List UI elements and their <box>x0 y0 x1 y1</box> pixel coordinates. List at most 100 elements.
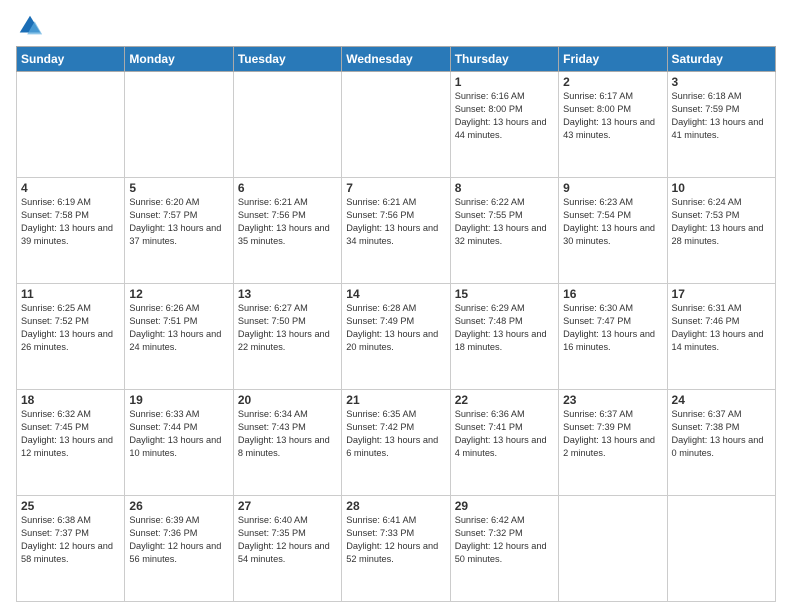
day-number: 15 <box>455 287 554 301</box>
day-info: Sunrise: 6:30 AM Sunset: 7:47 PM Dayligh… <box>563 302 662 354</box>
day-number: 26 <box>129 499 228 513</box>
day-info: Sunrise: 6:41 AM Sunset: 7:33 PM Dayligh… <box>346 514 445 566</box>
day-cell: 20Sunrise: 6:34 AM Sunset: 7:43 PM Dayli… <box>233 390 341 496</box>
day-cell <box>17 72 125 178</box>
calendar-table: SundayMondayTuesdayWednesdayThursdayFrid… <box>16 46 776 602</box>
day-cell: 26Sunrise: 6:39 AM Sunset: 7:36 PM Dayli… <box>125 496 233 602</box>
day-cell: 8Sunrise: 6:22 AM Sunset: 7:55 PM Daylig… <box>450 178 558 284</box>
day-number: 24 <box>672 393 771 407</box>
day-cell: 9Sunrise: 6:23 AM Sunset: 7:54 PM Daylig… <box>559 178 667 284</box>
day-number: 12 <box>129 287 228 301</box>
day-info: Sunrise: 6:33 AM Sunset: 7:44 PM Dayligh… <box>129 408 228 460</box>
day-number: 11 <box>21 287 120 301</box>
day-number: 6 <box>238 181 337 195</box>
day-number: 20 <box>238 393 337 407</box>
day-cell: 7Sunrise: 6:21 AM Sunset: 7:56 PM Daylig… <box>342 178 450 284</box>
day-info: Sunrise: 6:27 AM Sunset: 7:50 PM Dayligh… <box>238 302 337 354</box>
day-cell <box>342 72 450 178</box>
day-number: 21 <box>346 393 445 407</box>
day-cell: 5Sunrise: 6:20 AM Sunset: 7:57 PM Daylig… <box>125 178 233 284</box>
day-info: Sunrise: 6:28 AM Sunset: 7:49 PM Dayligh… <box>346 302 445 354</box>
day-number: 16 <box>563 287 662 301</box>
day-cell: 12Sunrise: 6:26 AM Sunset: 7:51 PM Dayli… <box>125 284 233 390</box>
day-info: Sunrise: 6:23 AM Sunset: 7:54 PM Dayligh… <box>563 196 662 248</box>
day-info: Sunrise: 6:42 AM Sunset: 7:32 PM Dayligh… <box>455 514 554 566</box>
day-cell: 29Sunrise: 6:42 AM Sunset: 7:32 PM Dayli… <box>450 496 558 602</box>
day-number: 27 <box>238 499 337 513</box>
day-cell <box>559 496 667 602</box>
day-info: Sunrise: 6:20 AM Sunset: 7:57 PM Dayligh… <box>129 196 228 248</box>
day-number: 14 <box>346 287 445 301</box>
day-number: 17 <box>672 287 771 301</box>
day-cell: 15Sunrise: 6:29 AM Sunset: 7:48 PM Dayli… <box>450 284 558 390</box>
day-number: 28 <box>346 499 445 513</box>
week-row-2: 4Sunrise: 6:19 AM Sunset: 7:58 PM Daylig… <box>17 178 776 284</box>
calendar-header: SundayMondayTuesdayWednesdayThursdayFrid… <box>17 47 776 72</box>
day-info: Sunrise: 6:35 AM Sunset: 7:42 PM Dayligh… <box>346 408 445 460</box>
day-number: 29 <box>455 499 554 513</box>
day-cell: 14Sunrise: 6:28 AM Sunset: 7:49 PM Dayli… <box>342 284 450 390</box>
day-cell: 24Sunrise: 6:37 AM Sunset: 7:38 PM Dayli… <box>667 390 775 496</box>
day-info: Sunrise: 6:37 AM Sunset: 7:38 PM Dayligh… <box>672 408 771 460</box>
day-number: 10 <box>672 181 771 195</box>
day-cell: 16Sunrise: 6:30 AM Sunset: 7:47 PM Dayli… <box>559 284 667 390</box>
day-cell: 27Sunrise: 6:40 AM Sunset: 7:35 PM Dayli… <box>233 496 341 602</box>
day-info: Sunrise: 6:22 AM Sunset: 7:55 PM Dayligh… <box>455 196 554 248</box>
day-info: Sunrise: 6:39 AM Sunset: 7:36 PM Dayligh… <box>129 514 228 566</box>
day-number: 7 <box>346 181 445 195</box>
day-cell: 18Sunrise: 6:32 AM Sunset: 7:45 PM Dayli… <box>17 390 125 496</box>
calendar-body: 1Sunrise: 6:16 AM Sunset: 8:00 PM Daylig… <box>17 72 776 602</box>
day-cell: 21Sunrise: 6:35 AM Sunset: 7:42 PM Dayli… <box>342 390 450 496</box>
day-cell: 23Sunrise: 6:37 AM Sunset: 7:39 PM Dayli… <box>559 390 667 496</box>
day-number: 19 <box>129 393 228 407</box>
day-cell: 28Sunrise: 6:41 AM Sunset: 7:33 PM Dayli… <box>342 496 450 602</box>
day-info: Sunrise: 6:40 AM Sunset: 7:35 PM Dayligh… <box>238 514 337 566</box>
day-number: 2 <box>563 75 662 89</box>
day-info: Sunrise: 6:19 AM Sunset: 7:58 PM Dayligh… <box>21 196 120 248</box>
day-cell: 13Sunrise: 6:27 AM Sunset: 7:50 PM Dayli… <box>233 284 341 390</box>
day-info: Sunrise: 6:21 AM Sunset: 7:56 PM Dayligh… <box>238 196 337 248</box>
day-number: 1 <box>455 75 554 89</box>
day-info: Sunrise: 6:34 AM Sunset: 7:43 PM Dayligh… <box>238 408 337 460</box>
day-header-friday: Friday <box>559 47 667 72</box>
day-cell: 2Sunrise: 6:17 AM Sunset: 8:00 PM Daylig… <box>559 72 667 178</box>
day-info: Sunrise: 6:17 AM Sunset: 8:00 PM Dayligh… <box>563 90 662 142</box>
day-info: Sunrise: 6:38 AM Sunset: 7:37 PM Dayligh… <box>21 514 120 566</box>
day-number: 4 <box>21 181 120 195</box>
day-info: Sunrise: 6:16 AM Sunset: 8:00 PM Dayligh… <box>455 90 554 142</box>
page: SundayMondayTuesdayWednesdayThursdayFrid… <box>0 0 792 612</box>
day-header-sunday: Sunday <box>17 47 125 72</box>
day-cell: 10Sunrise: 6:24 AM Sunset: 7:53 PM Dayli… <box>667 178 775 284</box>
day-cell: 1Sunrise: 6:16 AM Sunset: 8:00 PM Daylig… <box>450 72 558 178</box>
day-number: 22 <box>455 393 554 407</box>
day-number: 5 <box>129 181 228 195</box>
day-info: Sunrise: 6:25 AM Sunset: 7:52 PM Dayligh… <box>21 302 120 354</box>
week-row-3: 11Sunrise: 6:25 AM Sunset: 7:52 PM Dayli… <box>17 284 776 390</box>
week-row-1: 1Sunrise: 6:16 AM Sunset: 8:00 PM Daylig… <box>17 72 776 178</box>
day-header-monday: Monday <box>125 47 233 72</box>
header <box>16 12 776 40</box>
day-cell <box>233 72 341 178</box>
day-info: Sunrise: 6:36 AM Sunset: 7:41 PM Dayligh… <box>455 408 554 460</box>
day-number: 25 <box>21 499 120 513</box>
day-info: Sunrise: 6:32 AM Sunset: 7:45 PM Dayligh… <box>21 408 120 460</box>
day-info: Sunrise: 6:24 AM Sunset: 7:53 PM Dayligh… <box>672 196 771 248</box>
day-header-wednesday: Wednesday <box>342 47 450 72</box>
day-number: 9 <box>563 181 662 195</box>
logo-icon <box>16 12 44 40</box>
header-row: SundayMondayTuesdayWednesdayThursdayFrid… <box>17 47 776 72</box>
week-row-4: 18Sunrise: 6:32 AM Sunset: 7:45 PM Dayli… <box>17 390 776 496</box>
day-header-saturday: Saturday <box>667 47 775 72</box>
day-info: Sunrise: 6:21 AM Sunset: 7:56 PM Dayligh… <box>346 196 445 248</box>
day-cell: 11Sunrise: 6:25 AM Sunset: 7:52 PM Dayli… <box>17 284 125 390</box>
day-info: Sunrise: 6:37 AM Sunset: 7:39 PM Dayligh… <box>563 408 662 460</box>
day-info: Sunrise: 6:31 AM Sunset: 7:46 PM Dayligh… <box>672 302 771 354</box>
day-number: 8 <box>455 181 554 195</box>
day-header-thursday: Thursday <box>450 47 558 72</box>
day-info: Sunrise: 6:18 AM Sunset: 7:59 PM Dayligh… <box>672 90 771 142</box>
logo <box>16 12 48 40</box>
day-number: 23 <box>563 393 662 407</box>
day-info: Sunrise: 6:26 AM Sunset: 7:51 PM Dayligh… <box>129 302 228 354</box>
day-number: 13 <box>238 287 337 301</box>
day-cell <box>125 72 233 178</box>
